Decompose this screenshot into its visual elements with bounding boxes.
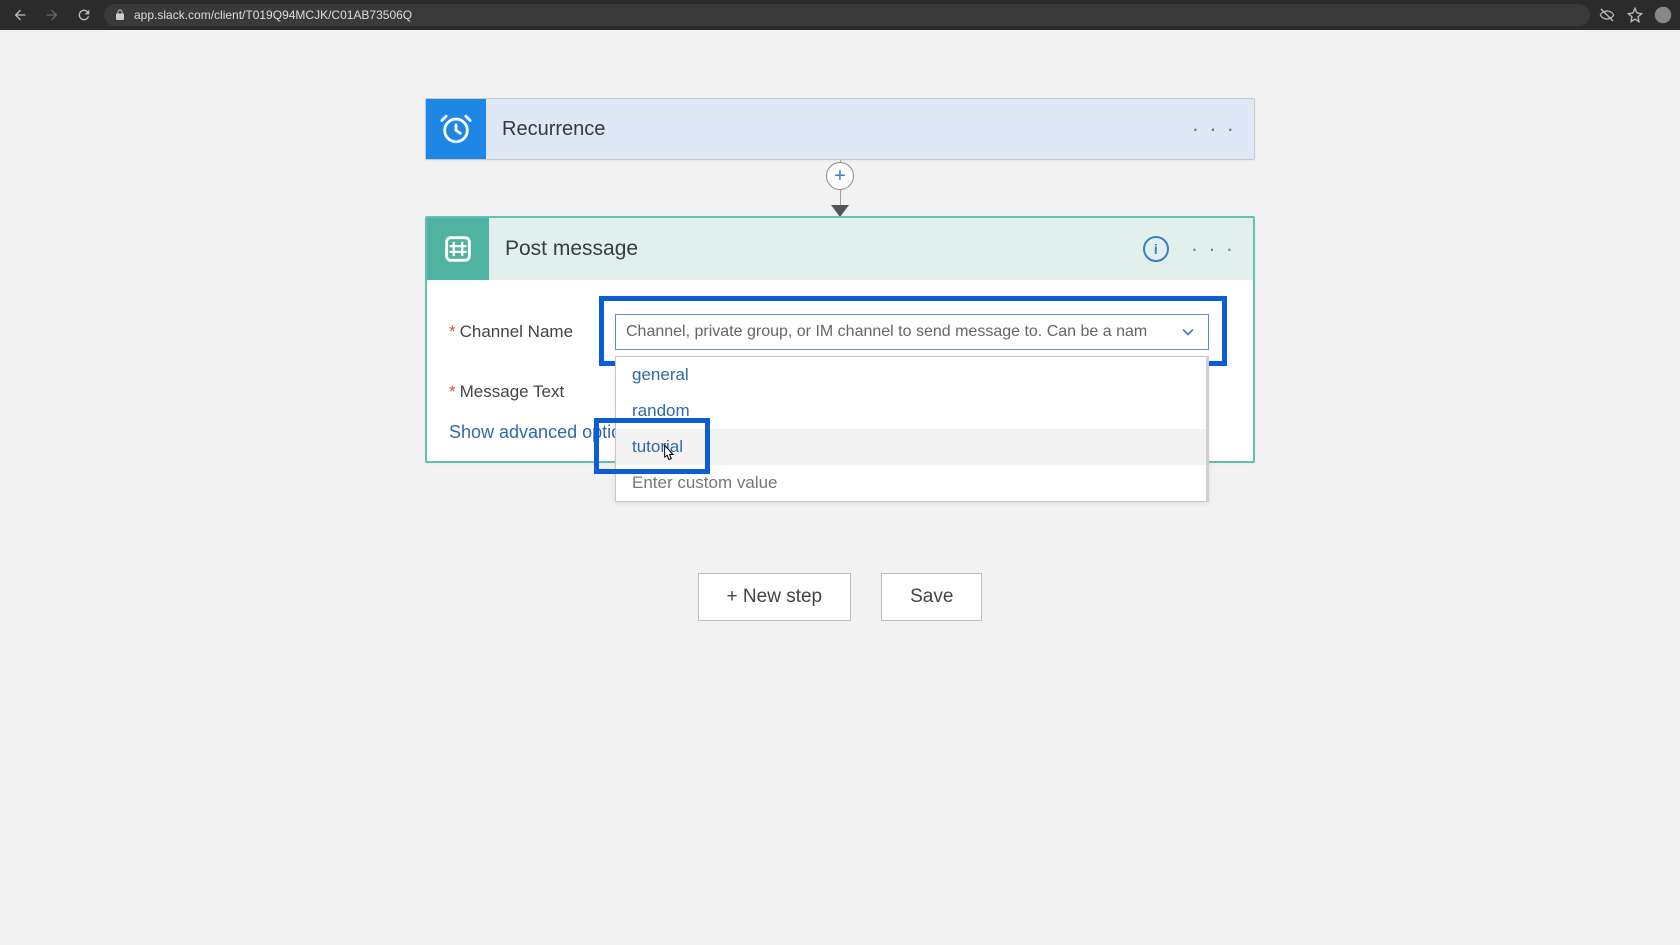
post-message-more-button[interactable]: · · · (1191, 236, 1235, 262)
connector: + (425, 160, 1255, 216)
browser-toolbar: app.slack.com/client/T019Q94MCJK/C01AB73… (0, 0, 1680, 30)
reload-icon (76, 7, 92, 23)
channel-name-label: * Channel Name (427, 322, 615, 342)
option-label: Enter custom value (632, 473, 778, 492)
message-text-label-text: Message Text (460, 382, 565, 402)
channel-dropdown-list[interactable]: general random tutorial (615, 356, 1209, 502)
dropdown-option-general[interactable]: general (616, 357, 1206, 393)
recurrence-title: Recurrence (486, 118, 605, 141)
recurrence-more-button[interactable]: · · · (1192, 116, 1236, 142)
option-label: random (632, 401, 690, 420)
url-text: app.slack.com/client/T019Q94MCJK/C01AB73… (134, 8, 412, 22)
option-label: tutorial (632, 437, 683, 456)
arrow-left-icon (12, 7, 28, 23)
slack-icon (427, 218, 489, 280)
footer-buttons: + New step Save (425, 573, 1255, 621)
arrow-right-icon (44, 7, 60, 23)
post-message-title: Post message (489, 237, 638, 261)
dropdown-option-custom[interactable]: Enter custom value (616, 465, 1206, 501)
alarm-clock-icon (439, 112, 473, 146)
address-bar[interactable]: app.slack.com/client/T019Q94MCJK/C01AB73… (104, 4, 1590, 26)
channel-name-label-text: Channel Name (460, 322, 573, 342)
save-button[interactable]: Save (881, 573, 982, 621)
back-button[interactable] (8, 3, 32, 27)
chevron-down-icon (1178, 322, 1198, 342)
add-step-button[interactable]: + (826, 162, 854, 190)
new-step-button[interactable]: + New step (698, 573, 852, 621)
browser-right-icons (1598, 6, 1672, 24)
recurrence-card[interactable]: Recurrence · · · (425, 98, 1255, 160)
dropdown-option-tutorial[interactable]: tutorial (616, 429, 1206, 465)
lock-icon (114, 9, 126, 21)
dropdown-option-random[interactable]: random (616, 393, 1206, 429)
recurrence-icon (426, 99, 486, 159)
advanced-label-text: Show advanced options (449, 422, 640, 443)
star-icon[interactable] (1626, 6, 1644, 24)
info-button[interactable]: i (1143, 236, 1169, 262)
forward-button[interactable] (40, 3, 64, 27)
post-message-card[interactable]: Post message i · · · * Channel Name Chan (425, 216, 1255, 463)
channel-name-dropdown[interactable]: Channel, private group, or IM channel to… (615, 314, 1209, 350)
incognito-icon[interactable] (1598, 6, 1616, 24)
message-text-label: * Message Text (427, 382, 615, 402)
page-canvas: Recurrence · · · + Post message i (0, 30, 1680, 945)
channel-dropdown-placeholder: Channel, private group, or IM channel to… (626, 323, 1178, 341)
profile-icon[interactable] (1654, 6, 1672, 24)
reload-button[interactable] (72, 3, 96, 27)
slack-hash-icon (441, 232, 475, 266)
option-label: general (632, 365, 689, 384)
